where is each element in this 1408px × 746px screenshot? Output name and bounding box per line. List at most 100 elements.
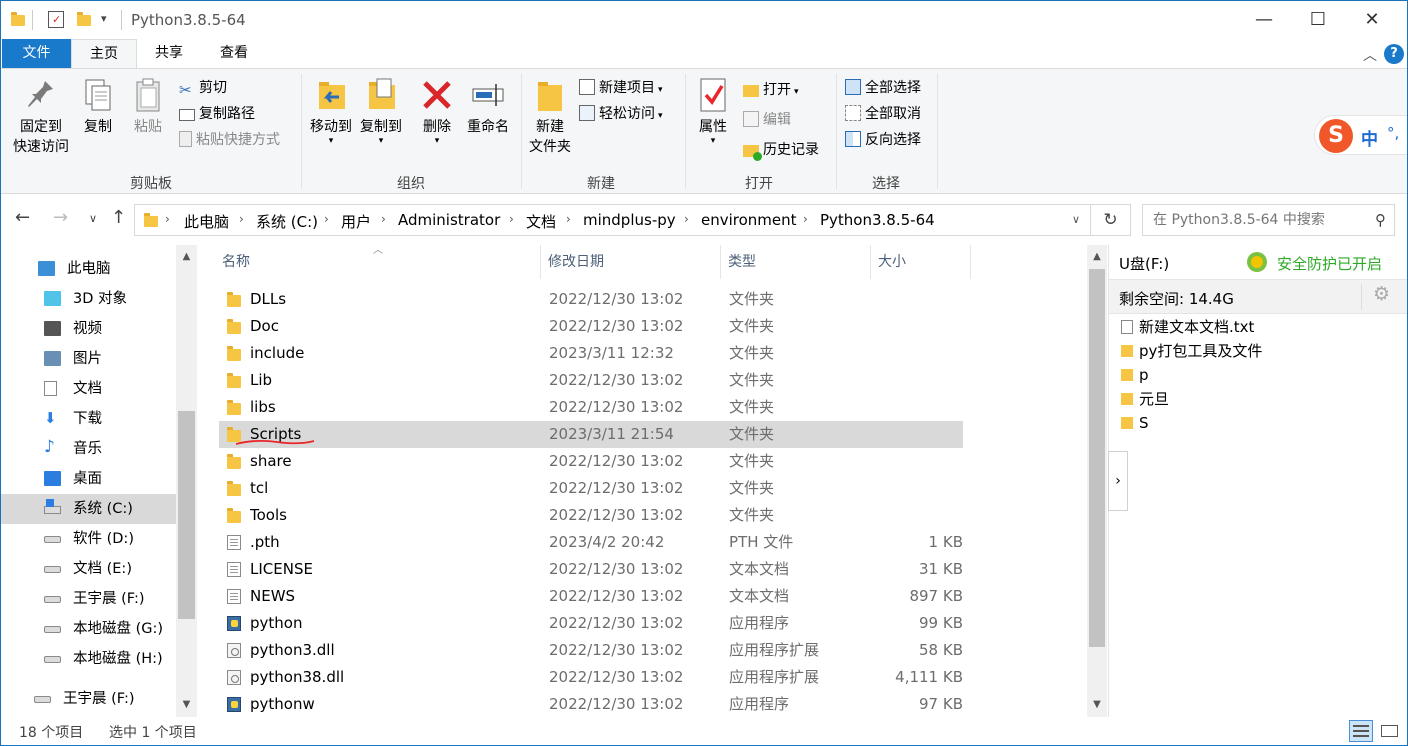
copy-to-button[interactable]: 复制到 ▾ — [357, 75, 405, 146]
nav-item[interactable]: ⬇ 下载 — [1, 404, 176, 434]
select-all-button[interactable]: 全部选择 — [845, 77, 921, 99]
column-header-date[interactable]: 修改日期 — [541, 245, 721, 279]
customize-toolbar-chevron-icon[interactable]: ▾ — [101, 12, 107, 25]
breadcrumb-chevron-icon[interactable]: › — [165, 212, 170, 226]
scrollbar-thumb[interactable] — [178, 411, 195, 619]
copy-path-button[interactable]: 复制路径 — [179, 103, 255, 125]
breadcrumb-item[interactable]: environment — [701, 211, 797, 229]
preview-item[interactable]: S — [1121, 411, 1149, 435]
easy-access-button[interactable]: 轻松访问 ▾ — [579, 103, 663, 125]
file-row[interactable]: Tools 2022/12/30 13:02 文件夹 — [219, 502, 963, 529]
search-box[interactable]: ⚲ — [1142, 204, 1395, 236]
preview-item[interactable]: py打包工具及文件 — [1121, 339, 1262, 363]
pin-to-quick-access-button[interactable]: 固定到 快速访问 — [7, 75, 75, 157]
file-row[interactable]: include 2023/3/11 12:32 文件夹 — [219, 340, 963, 367]
file-row[interactable]: Doc 2022/12/30 13:02 文件夹 — [219, 313, 963, 340]
breadcrumb-chevron-icon[interactable]: › — [381, 212, 386, 226]
copy-button[interactable]: 复制 — [77, 75, 119, 137]
new-item-button[interactable]: 新建项目 ▾ — [579, 77, 663, 99]
preview-item[interactable]: 元旦 — [1121, 387, 1169, 411]
scroll-down-icon[interactable]: ▼ — [1087, 695, 1107, 715]
nav-item[interactable]: 本地磁盘 (H:) — [1, 644, 176, 674]
edit-button[interactable]: 编辑 — [743, 109, 791, 131]
file-row[interactable]: python38.dll 2022/12/30 13:02 应用程序扩展 4,111 … — [219, 664, 963, 691]
recent-locations-chevron-icon[interactable]: ∨ — [89, 212, 97, 225]
file-row[interactable]: libs 2022/12/30 13:02 文件夹 — [219, 394, 963, 421]
file-row[interactable]: DLLs 2022/12/30 13:02 文件夹 — [219, 286, 963, 313]
file-row[interactable]: python 2022/12/30 13:02 应用程序 99 KB — [219, 610, 963, 637]
file-row[interactable]: Scripts 2023/3/11 21:54 文件夹 — [219, 421, 963, 448]
nav-item[interactable]: 3D 对象 — [1, 284, 176, 314]
breadcrumb-chevron-icon[interactable]: › — [509, 212, 514, 226]
nav-pane-scrollbar[interactable]: ▲ ▼ — [176, 245, 197, 717]
scroll-up-icon[interactable]: ▲ — [176, 247, 197, 267]
details-view-icon[interactable] — [1349, 720, 1373, 742]
tab-share[interactable]: 共享 — [137, 39, 201, 68]
search-icon[interactable]: ⚲ — [1375, 211, 1386, 229]
history-button[interactable]: 历史记录 — [743, 139, 819, 161]
breadcrumb-chevron-icon[interactable]: › — [566, 212, 571, 226]
scroll-up-icon[interactable]: ▲ — [1087, 247, 1107, 267]
column-header-name[interactable]: 名称 — [215, 245, 541, 279]
file-row[interactable]: share 2022/12/30 13:02 文件夹 — [219, 448, 963, 475]
breadcrumb-chevron-icon[interactable]: › — [239, 212, 244, 226]
back-arrow-icon[interactable]: ← — [15, 207, 30, 228]
refresh-button[interactable]: ↻ — [1091, 204, 1131, 236]
nav-item[interactable]: 系统 (C:) — [1, 494, 176, 524]
security-status[interactable]: 安全防护已开启 — [1277, 253, 1382, 274]
cut-button[interactable]: ✂ 剪切 — [179, 77, 227, 99]
move-to-button[interactable]: 移动到 ▾ — [307, 75, 355, 146]
properties-quick-icon[interactable]: ✓ — [48, 11, 64, 28]
file-row[interactable]: Lib 2022/12/30 13:02 文件夹 — [219, 367, 963, 394]
file-row[interactable]: .pth 2023/4/2 20:42 PTH 文件 1 KB — [219, 529, 963, 556]
breadcrumb-chevron-icon[interactable]: › — [803, 212, 808, 226]
column-header-size[interactable]: 大小 — [871, 245, 971, 279]
tab-view[interactable]: 查看 — [201, 39, 267, 68]
address-bar[interactable]: › 此电脑 › 系统 (C:) › 用户 › Administrator › 文档 › mindpl… — [134, 204, 1091, 236]
address-dropdown-chevron-icon[interactable]: ∨ — [1072, 213, 1080, 226]
breadcrumb-item[interactable]: 系统 (C:) — [256, 211, 318, 232]
breadcrumb-item[interactable]: Python3.8.5-64 — [820, 211, 935, 229]
ime-toolbar[interactable]: S 中 °, — [1314, 115, 1407, 155]
nav-item[interactable]: 本地磁盘 (G:) — [1, 614, 176, 644]
file-row[interactable]: NEWS 2022/12/30 13:02 文本文档 897 KB — [219, 583, 963, 610]
file-row[interactable]: tcl 2022/12/30 13:02 文件夹 — [219, 475, 963, 502]
file-row[interactable]: pythonw 2022/12/30 13:02 应用程序 97 KB — [219, 691, 963, 718]
breadcrumb-item[interactable]: 用户 — [341, 211, 371, 232]
column-header-type[interactable]: 类型 — [721, 245, 871, 279]
new-folder-quick-icon[interactable] — [77, 12, 91, 26]
nav-item[interactable]: 文档 (E:) — [1, 554, 176, 584]
collapse-preview-button[interactable]: › — [1108, 451, 1128, 511]
nav-item[interactable]: 软件 (D:) — [1, 524, 176, 554]
breadcrumb-chevron-icon[interactable]: › — [324, 212, 329, 226]
nav-item[interactable]: 王宇晨 (F:) — [1, 584, 176, 614]
forward-arrow-icon[interactable]: → — [53, 207, 68, 228]
breadcrumb-item[interactable]: 文档 — [526, 211, 556, 232]
file-list-scrollbar[interactable]: ▲ ▼ — [1087, 245, 1107, 717]
breadcrumb-item[interactable]: mindplus-py — [583, 211, 676, 229]
tab-home[interactable]: 主页 — [71, 39, 137, 69]
preview-item[interactable]: 新建文本文档.txt — [1121, 315, 1254, 339]
scroll-down-icon[interactable]: ▼ — [176, 695, 197, 715]
nav-item[interactable]: 图片 — [1, 344, 176, 374]
nav-item[interactable]: ♪ 音乐 — [1, 434, 176, 464]
nav-item[interactable]: 视频 — [1, 314, 176, 344]
maximize-button[interactable]: ☐ — [1291, 1, 1345, 39]
invert-selection-button[interactable]: 反向选择 — [845, 129, 921, 151]
breadcrumb-item[interactable]: 此电脑 — [184, 211, 229, 232]
tab-file[interactable]: 文件 — [2, 39, 71, 68]
file-row[interactable]: python3.dll 2022/12/30 13:02 应用程序扩展 58 KB — [219, 637, 963, 664]
file-row[interactable]: LICENSE 2022/12/30 13:02 文本文档 31 KB — [219, 556, 963, 583]
large-icons-view-icon[interactable] — [1378, 720, 1402, 742]
open-button[interactable]: 打开 ▾ — [743, 79, 799, 101]
properties-button[interactable]: 属性 ▾ — [693, 75, 733, 146]
close-button[interactable]: ✕ — [1345, 1, 1399, 39]
search-input[interactable] — [1143, 205, 1365, 235]
paste-button[interactable]: 粘贴 — [125, 75, 171, 137]
breadcrumb-item[interactable]: Administrator — [398, 211, 500, 229]
nav-item[interactable]: 此电脑 — [1, 254, 176, 284]
breadcrumb-chevron-icon[interactable]: › — [684, 212, 689, 226]
nav-item[interactable]: 文档 — [1, 374, 176, 404]
nav-item[interactable]: 桌面 — [1, 464, 176, 494]
minimize-button[interactable]: — — [1237, 1, 1291, 39]
